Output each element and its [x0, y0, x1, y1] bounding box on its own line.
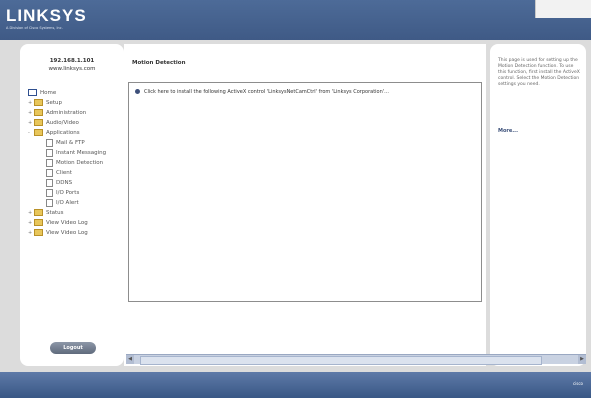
sidebar-item-ddns[interactable]: DDNS	[28, 178, 128, 188]
page-title: Motion Detection	[132, 60, 186, 66]
sidebar-item-label: Setup	[46, 100, 63, 106]
sidebar-item-label: View Video Log	[46, 230, 88, 236]
sidebar-item-label: Applications	[46, 130, 80, 136]
activex-install-notice[interactable]: Click here to install the following Acti…	[135, 89, 389, 95]
scroll-thumb[interactable]	[140, 356, 542, 365]
sidebar-item-label: Administration	[46, 110, 87, 116]
folder-icon	[34, 129, 43, 136]
sidebar-item-audio-video[interactable]: + Audio/Video	[28, 118, 128, 128]
host-ip: 192.168.1.101	[49, 58, 95, 64]
sidebar-item-client[interactable]: Client	[28, 168, 128, 178]
sidebar-item-label: Instant Messaging	[56, 150, 107, 156]
page-icon	[46, 188, 53, 197]
sidebar-item-label: Status	[46, 210, 64, 216]
scroll-right-arrow-icon[interactable]: ▶	[578, 355, 586, 364]
sidebar-item-label: I/O Alert	[56, 200, 79, 206]
sidebar-item-label: Client	[56, 170, 72, 176]
sidebar-item-i-o-ports[interactable]: I/O Ports	[28, 188, 128, 198]
page-icon	[46, 198, 53, 207]
folder-icon	[34, 229, 43, 236]
horizontal-scrollbar[interactable]: ◀ ▶	[126, 354, 586, 365]
folder-icon	[34, 109, 43, 116]
page-icon	[46, 158, 53, 167]
folder-icon	[34, 209, 43, 216]
folder-icon	[34, 219, 43, 226]
help-text: This page is used for setting up the Mot…	[498, 58, 580, 87]
work-area: 192.168.1.101 www.linksys.com Home + Setup…	[0, 40, 591, 372]
info-bullet-icon	[135, 89, 140, 94]
sidebar-item-status[interactable]: + Status	[28, 208, 128, 218]
page-icon	[46, 168, 53, 177]
sidebar-item-label: I/O Ports	[56, 190, 80, 196]
sidebar-item-applications[interactable]: - Applications	[28, 128, 128, 138]
sidebar-item-label: Home	[40, 90, 57, 96]
sidebar-item-administration[interactable]: + Administration	[28, 108, 128, 118]
header-corner-panel	[535, 0, 591, 18]
sidebar-item-label: Motion Detection	[56, 160, 104, 166]
logo-subtitle: A Division of Cisco Systems, Inc.	[6, 26, 63, 30]
sidebar-item-home[interactable]: Home	[28, 88, 128, 98]
sidebar-item-view-video-log[interactable]: + View Video Log	[28, 218, 128, 228]
folder-icon	[34, 119, 43, 126]
sidebar-item-i-o-alert[interactable]: I/O Alert	[28, 198, 128, 208]
scroll-left-arrow-icon[interactable]: ◀	[126, 355, 134, 364]
folder-icon	[34, 99, 43, 106]
more-link[interactable]: More...	[498, 128, 518, 134]
header-bar: LINKSYS A Division of Cisco Systems, Inc…	[0, 0, 591, 40]
activex-frame: Click here to install the following Acti…	[128, 82, 482, 302]
home-icon	[28, 89, 37, 96]
navigation-tree: Home + Setup + Administration + Audio/Video - Ap…	[28, 88, 128, 238]
cisco-logo: cisco	[572, 381, 583, 386]
main-content-panel: Motion Detection Click here to install t…	[124, 44, 486, 366]
page-icon	[46, 178, 53, 187]
logout-button[interactable]: Logout	[50, 342, 96, 354]
navigation-panel: 192.168.1.101 www.linksys.com Home + Setup…	[20, 44, 124, 366]
linksys-logo: LINKSYS	[6, 6, 87, 25]
sidebar-item-instant-messaging[interactable]: Instant Messaging	[28, 148, 128, 158]
sidebar-item-label: Mail & FTP	[56, 140, 85, 146]
sidebar-item-view-video-log[interactable]: + View Video Log	[28, 228, 128, 238]
help-panel: This page is used for setting up the Mot…	[490, 44, 586, 366]
sidebar-item-mail-ftp[interactable]: Mail & FTP	[28, 138, 128, 148]
sidebar-item-setup[interactable]: + Setup	[28, 98, 128, 108]
host-name: www.linksys.com	[48, 66, 96, 72]
sidebar-item-motion-detection[interactable]: Motion Detection	[28, 158, 128, 168]
footer-bar: cisco	[0, 372, 591, 398]
sidebar-item-label: DDNS	[56, 180, 73, 186]
browser-page: LINKSYS A Division of Cisco Systems, Inc…	[0, 0, 591, 398]
page-icon	[46, 148, 53, 157]
sidebar-item-label: Audio/Video	[46, 120, 79, 126]
sidebar-item-label: View Video Log	[46, 220, 88, 226]
activex-install-text[interactable]: Click here to install the following Acti…	[144, 89, 389, 95]
page-icon	[46, 138, 53, 147]
